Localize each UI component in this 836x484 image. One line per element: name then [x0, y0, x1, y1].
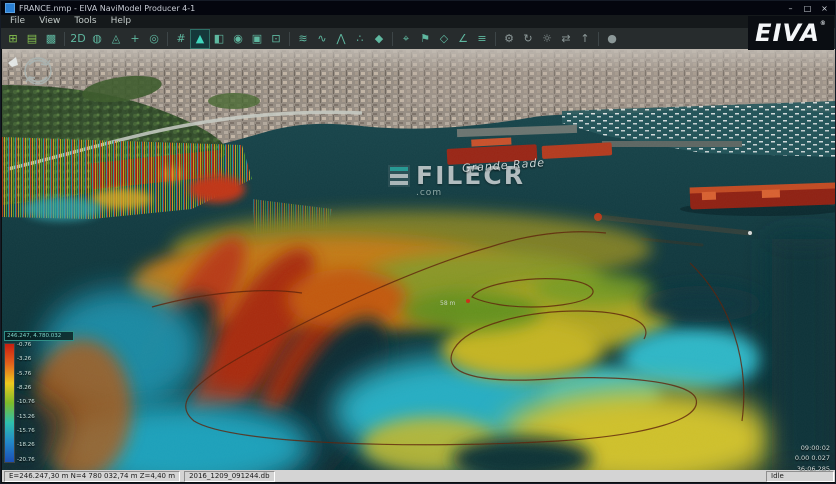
camera-icon[interactable]: ◉: [229, 30, 247, 48]
app-icon: [5, 3, 15, 13]
toolbar-separator: [167, 32, 168, 46]
filecr-logo-icon: [388, 165, 410, 187]
noise-overlay: [2, 49, 836, 471]
target-icon[interactable]: ⌖: [397, 30, 415, 48]
snapshot-icon[interactable]: ⊡: [267, 30, 285, 48]
legend-tick-labels: -0.76 -3.26 -5.76 -8.26 -10.76 -13.26 -15.76 -1…: [17, 343, 35, 463]
menu-view[interactable]: View: [32, 15, 67, 28]
status-bar: E=246.247,30 m N=4 780 032,74 m Z=4,40 m…: [2, 470, 836, 482]
menu-help[interactable]: Help: [104, 15, 139, 28]
angle-icon[interactable]: ∠: [454, 30, 472, 48]
legend-tick: -0.76: [17, 343, 35, 349]
hud-line: 0.00 0.027: [795, 453, 830, 463]
seabed-icon[interactable]: ◆: [370, 30, 388, 48]
toolbar-separator: [64, 32, 65, 46]
swap-icon[interactable]: ⇄: [557, 30, 575, 48]
status-coordinates: E=246.247,30 m N=4 780 032,74 m Z=4,40 m: [4, 471, 180, 482]
elevation-icon[interactable]: ↑: [576, 30, 594, 48]
toolbar-separator: [495, 32, 496, 46]
legend-coordinates: 246.247, 4.780.032: [4, 331, 74, 341]
toolbar-separator: [289, 32, 290, 46]
brand-panel: EIVA®: [748, 16, 834, 50]
legend-tick: -10.76: [17, 400, 35, 406]
legend-tick: -15.76: [17, 429, 35, 435]
toolbar: ⊞▤▩ 2D◍◬+◎ #▲◧◉▣⊡ ≋∿⋀∴◆ ⌖⚑◇∠≡ ⚙↻☼⇄↑ ●: [1, 28, 835, 50]
terrain-icon[interactable]: ▲: [191, 30, 209, 48]
viewport-3d: 58 m 246.247, 4.780.032 -0.76-3.26-5.76-…: [2, 49, 836, 471]
view-2d-icon[interactable]: 2D: [69, 30, 87, 48]
database-icon[interactable]: ▩: [42, 30, 60, 48]
depth-colorbar: [4, 343, 15, 463]
settings-icon[interactable]: ⚙: [500, 30, 518, 48]
video-icon[interactable]: ▣: [248, 30, 266, 48]
marker-icon[interactable]: ◇: [435, 30, 453, 48]
contour-icon[interactable]: ∿: [313, 30, 331, 48]
legend-tick: -8.26: [17, 386, 35, 392]
status-file: 2016_1209_091244.db: [184, 471, 274, 482]
eiva-logo: EIVA®: [755, 21, 827, 45]
title-bar: FRANCE.nmp - EIVA NaviModel Producer 4-1…: [1, 1, 835, 15]
legend-tick: -20.76: [17, 458, 35, 464]
maximize-button[interactable]: □: [801, 3, 814, 14]
minimize-button[interactable]: –: [784, 3, 797, 14]
hud-line: 36:06.285: [795, 464, 830, 471]
hud-line: 09:00:02: [795, 443, 830, 453]
window-title: FRANCE.nmp - EIVA NaviModel Producer 4-1: [19, 4, 780, 13]
scene-3d[interactable]: 58 m: [2, 49, 836, 471]
close-button[interactable]: ×: [818, 3, 831, 14]
shading-icon[interactable]: ◧: [210, 30, 228, 48]
menu-file[interactable]: File: [3, 15, 32, 28]
save-model-icon[interactable]: ▤: [23, 30, 41, 48]
toolbar-separator: [598, 32, 599, 46]
refresh-icon[interactable]: ↻: [519, 30, 537, 48]
flag-icon[interactable]: ⚑: [416, 30, 434, 48]
open-project-icon[interactable]: ⊞: [4, 30, 22, 48]
list-icon[interactable]: ≡: [473, 30, 491, 48]
profile-icon[interactable]: ⋀: [332, 30, 350, 48]
legend-tick: -3.26: [17, 357, 35, 363]
waves-icon[interactable]: ≋: [294, 30, 312, 48]
globe-icon[interactable]: ◍: [88, 30, 106, 48]
status-state: Idle: [766, 471, 834, 482]
point-cloud-icon[interactable]: ∴: [351, 30, 369, 48]
hud-readout: 09:00:020.00 0.02736:06.285: [795, 443, 830, 471]
view-3d-icon[interactable]: ◬: [107, 30, 125, 48]
app-window: FRANCE.nmp - EIVA NaviModel Producer 4-1…: [0, 0, 836, 484]
toolbar-separator: [392, 32, 393, 46]
record-icon[interactable]: ●: [603, 30, 621, 48]
pan-icon[interactable]: +: [126, 30, 144, 48]
depth-legend: 246.247, 4.780.032 -0.76-3.26-5.76-8.26-…: [4, 331, 74, 463]
legend-tick: -5.76: [17, 372, 35, 378]
light-icon[interactable]: ☼: [538, 30, 556, 48]
legend-tick: -13.26: [17, 415, 35, 421]
menu-tools[interactable]: Tools: [67, 15, 103, 28]
menu-bar: FileViewToolsHelp: [1, 15, 835, 28]
grid-icon[interactable]: #: [172, 30, 190, 48]
legend-tick: -18.26: [17, 443, 35, 449]
zoom-icon[interactable]: ◎: [145, 30, 163, 48]
